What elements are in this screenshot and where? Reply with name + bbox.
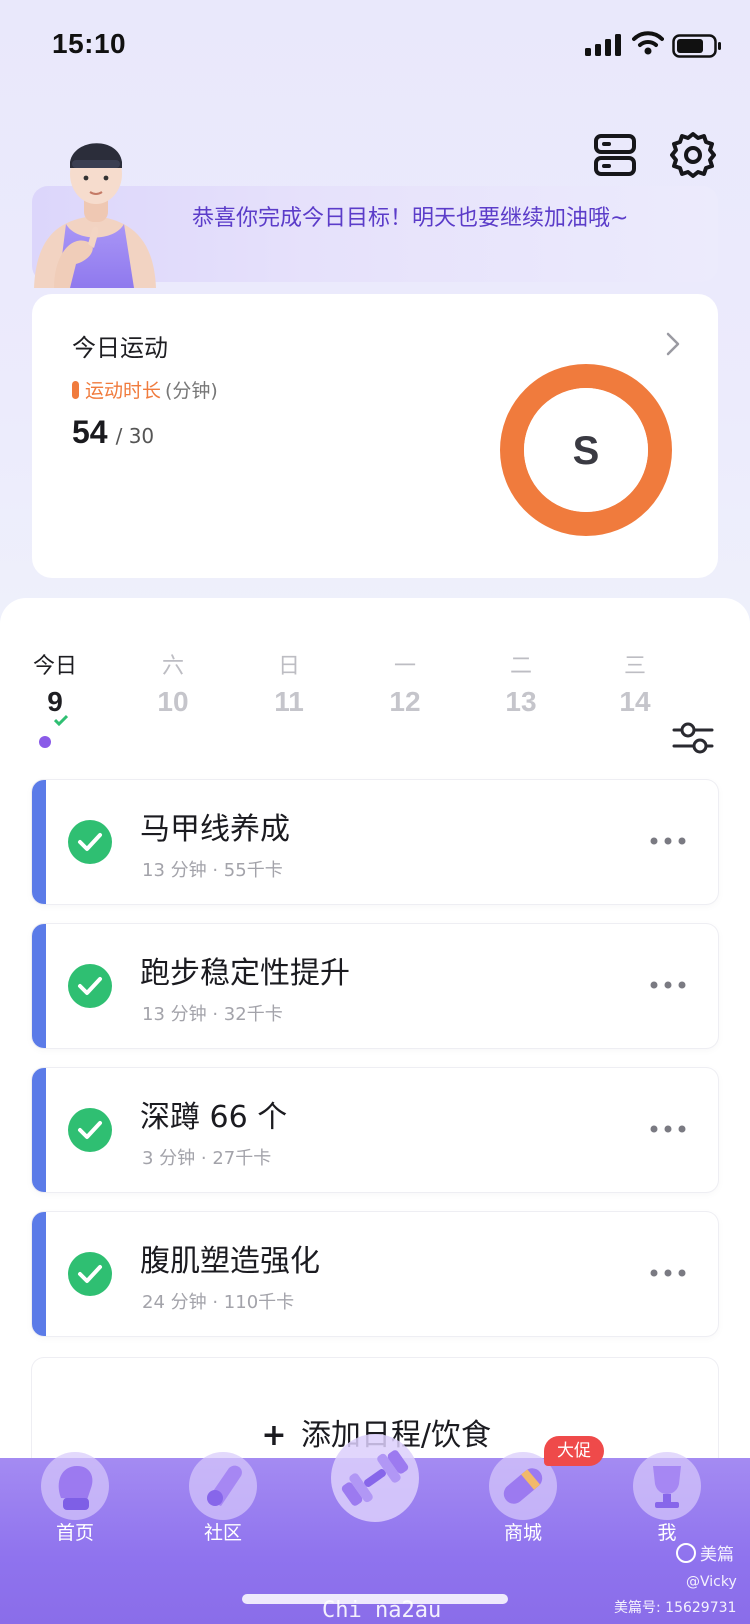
dumbbell-icon	[331, 1434, 419, 1522]
watermark-source: Chi na2au	[322, 1598, 442, 1623]
card-title: 今日运动	[72, 334, 168, 362]
more-options-icon[interactable]	[648, 1264, 688, 1282]
task-card[interactable]: 跑步稳定性提升 13 分钟 · 32千卡	[32, 924, 718, 1048]
task-accent-bar	[32, 780, 46, 904]
tab-home[interactable]: 首页	[30, 1452, 120, 1545]
gear-icon[interactable]	[668, 130, 718, 180]
metric-goal: / 30	[115, 424, 155, 448]
week-strip: 今日 9 六 10 日 11 一 12 二 13 三 14	[0, 648, 750, 754]
tab-label: 商城	[503, 1522, 542, 1544]
cellular-signal-icon	[585, 34, 621, 56]
banner-message: 恭喜你完成今日目标！明天也要继续加油哦~	[192, 206, 629, 231]
task-card[interactable]: 腹肌塑造强化 24 分钟 · 110千卡	[32, 1212, 718, 1336]
task-accent-bar	[32, 924, 46, 1048]
metric-label: 运动时长	[85, 380, 162, 402]
tab-community[interactable]: 社区	[178, 1452, 268, 1545]
metric-color-dot	[72, 380, 79, 399]
metric-value: 54	[72, 414, 108, 450]
brand-logo-icon	[676, 1542, 696, 1563]
watermark-user: @Vicky	[686, 1574, 737, 1590]
task-name: 深蹲 66 个	[140, 1100, 288, 1135]
plus-icon: +	[261, 1418, 287, 1453]
ring-letter: S	[573, 429, 600, 473]
day-weekday: 今日	[32, 654, 77, 679]
task-meta: 13 分钟 · 32千卡	[142, 1004, 283, 1025]
task-accent-bar	[32, 1212, 46, 1336]
task-name: 马甲线养成	[140, 812, 290, 847]
tab-mall[interactable]: 商城	[478, 1452, 568, 1545]
tab-label: 社区	[203, 1522, 242, 1544]
day-date: 14	[619, 686, 651, 717]
completed-check-icon[interactable]	[68, 964, 112, 1008]
tab-me[interactable]: 我	[622, 1452, 712, 1545]
whistle-icon	[189, 1452, 257, 1520]
today-exercise-card[interactable]: 今日运动 运动时长 (分钟) 54 / 30 S	[32, 294, 718, 578]
selected-day-dot	[39, 736, 51, 748]
task-meta: 24 分钟 · 110千卡	[142, 1292, 295, 1313]
day-weekday: 日	[277, 654, 300, 679]
check-icon	[54, 714, 68, 726]
filter-sliders-icon[interactable]	[672, 718, 714, 758]
promo-badge: 大促	[544, 1436, 604, 1466]
more-options-icon[interactable]	[648, 1120, 688, 1138]
day-date: 13	[505, 686, 537, 717]
task-card[interactable]: 马甲线养成 13 分钟 · 55千卡	[32, 780, 718, 904]
day-date: 12	[389, 686, 421, 717]
day-mon[interactable]: 一 12	[370, 648, 440, 718]
metric-label-row: 运动时长 (分钟)	[72, 376, 218, 403]
status-bar: 15:10	[0, 0, 750, 90]
task-meta: 13 分钟 · 55千卡	[142, 860, 283, 881]
boxing-glove-icon	[41, 1452, 109, 1520]
day-sun[interactable]: 日 11	[254, 648, 324, 718]
tab-workout[interactable]	[318, 1434, 432, 1522]
trophy-icon	[633, 1452, 701, 1520]
day-date: 11	[274, 686, 304, 717]
wifi-icon	[632, 31, 664, 55]
more-options-icon[interactable]	[648, 832, 688, 850]
battery-icon	[672, 34, 721, 58]
task-meta: 3 分钟 · 27千卡	[142, 1148, 272, 1169]
day-today[interactable]: 今日 9	[20, 648, 90, 748]
completed-check-icon[interactable]	[68, 1108, 112, 1152]
day-wed[interactable]: 三 14	[600, 648, 670, 718]
task-name: 跑步稳定性提升	[140, 956, 350, 991]
metric-unit: (分钟)	[165, 380, 218, 402]
day-sat[interactable]: 六 10	[138, 648, 208, 718]
metric-value-row: 54 / 30	[72, 414, 154, 451]
day-weekday: 六	[161, 654, 184, 679]
tab-label: 首页	[55, 1522, 94, 1544]
task-card[interactable]: 深蹲 66 个 3 分钟 · 27千卡	[32, 1068, 718, 1192]
completed-check-icon[interactable]	[68, 1252, 112, 1296]
task-name: 腹肌塑造强化	[140, 1244, 320, 1279]
watermark-brand: 美篇	[676, 1540, 734, 1565]
task-accent-bar	[32, 1068, 46, 1192]
day-weekday: 一	[393, 654, 416, 679]
progress-ring: S	[500, 364, 672, 536]
day-tue[interactable]: 二 13	[486, 648, 556, 718]
more-options-icon[interactable]	[648, 976, 688, 994]
status-time: 15:10	[52, 28, 127, 59]
watermark-account: 美篇号: 15629731	[614, 1600, 737, 1616]
chevron-right-icon[interactable]	[666, 332, 680, 356]
day-weekday: 三	[623, 654, 646, 679]
watermark-brand-text: 美篇	[700, 1545, 734, 1565]
device-icon[interactable]	[590, 130, 640, 180]
day-date: 10	[157, 686, 189, 717]
day-weekday: 二	[509, 654, 532, 679]
coach-avatar	[34, 143, 156, 288]
completed-check-icon[interactable]	[68, 820, 112, 864]
